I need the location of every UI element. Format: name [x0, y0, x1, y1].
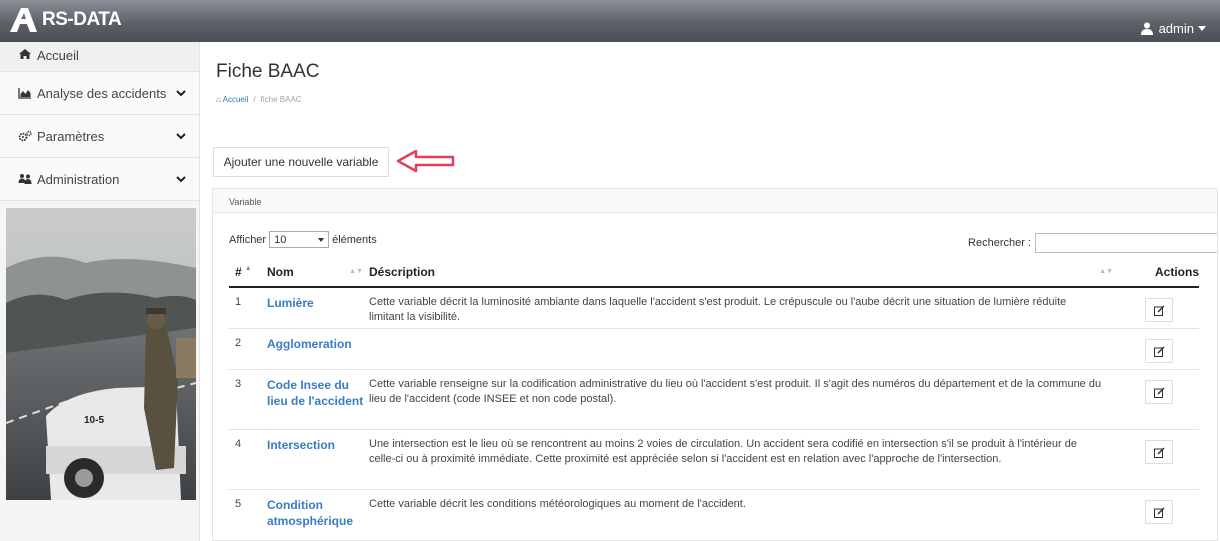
row-description: Une intersection est le lieu où se renco… [369, 428, 1119, 489]
user-icon [1140, 22, 1153, 35]
column-header-label: Actions [1154, 264, 1199, 279]
arrow-left-icon [396, 149, 455, 173]
sidebar-item-analyse[interactable]: Analyse des accidents [0, 72, 199, 115]
panel-title: Variable [213, 189, 1217, 213]
row-nom[interactable]: Condition atmosphérique [267, 488, 369, 533]
row-description [369, 327, 1119, 369]
row-actions [1119, 428, 1199, 489]
sort-icon: ▲▼ [349, 268, 363, 275]
sort-icon: ▲▼ [1099, 268, 1113, 275]
sidebar-item-label: Paramètres [37, 128, 105, 144]
edit-icon [1153, 506, 1165, 518]
edit-button[interactable] [1145, 499, 1173, 524]
table-row: 3 Code Insee du lieu de l'accident Cette… [229, 368, 1199, 429]
logo-icon [10, 8, 37, 32]
user-menu[interactable]: admin [1140, 21, 1206, 36]
table-row: 4 Intersection Une intersection est le l… [229, 428, 1199, 489]
page-title: Fiche BAAC [216, 61, 320, 82]
users-icon [18, 173, 32, 185]
breadcrumb-home[interactable]: ⌂ Accueil [216, 95, 248, 104]
sidebar-item-label: Administration [37, 171, 120, 187]
column-header-label: Déscription [369, 264, 436, 279]
breadcrumb-separator: / [253, 95, 256, 104]
sidebar-item-parametres[interactable]: Paramètres [0, 115, 199, 158]
edit-icon [1153, 446, 1165, 458]
variables-table: # ▲ Nom ▲▼ Déscription ▲▼ Actions 1 Lumiè… [229, 257, 1199, 533]
search-input[interactable] [1035, 233, 1217, 253]
edit-button[interactable] [1145, 379, 1173, 404]
column-header-actions: Actions [1119, 257, 1199, 288]
table-row: 2 Agglomeration [229, 327, 1199, 369]
sidebar-photo: 10-5 [6, 208, 196, 500]
breadcrumb-current: fiche BAAC [260, 95, 302, 104]
row-actions [1119, 327, 1199, 369]
table-header-row: # ▲ Nom ▲▼ Déscription ▲▼ Actions [229, 257, 1199, 288]
row-nom[interactable]: Code Insee du lieu de l'accident [267, 368, 369, 429]
row-num: 2 [229, 327, 267, 369]
edit-icon [1153, 305, 1165, 316]
row-description: Cette variable décrit la luminosité ambi… [369, 286, 1119, 328]
chart-icon [18, 87, 32, 99]
svg-text:10-5: 10-5 [84, 415, 104, 426]
chevron-down-icon [176, 90, 186, 97]
sidebar-item-accueil[interactable]: Accueil [0, 42, 199, 72]
column-header-description[interactable]: Déscription ▲▼ [369, 257, 1119, 288]
home-icon: ⌂ [216, 95, 221, 104]
table-row: 1 Lumière Cette variable décrit la lumin… [229, 286, 1199, 328]
edit-button[interactable] [1145, 298, 1173, 322]
chevron-down-icon [176, 133, 186, 140]
length-prefix: Afficher [229, 233, 267, 246]
row-num: 3 [229, 368, 267, 429]
user-name: admin [1158, 21, 1194, 36]
edit-icon [1153, 386, 1165, 398]
search-label: Rechercher : [968, 237, 1031, 249]
sidebar-item-label: Accueil [37, 48, 79, 63]
sidebar-item-label: Analyse des accidents [37, 85, 167, 101]
caret-down-icon [318, 237, 325, 242]
brand[interactable]: RS-DATA [8, 6, 122, 34]
edit-button[interactable] [1145, 439, 1173, 464]
row-num: 4 [229, 428, 267, 489]
edit-icon [1153, 345, 1165, 357]
sidebar: Accueil Analyse des accidents Paramètres… [0, 42, 200, 541]
length-select[interactable]: 10 [269, 231, 330, 248]
breadcrumb: ⌂ Accueil / fiche BAAC [216, 95, 302, 104]
brand-name: RS-DATA [42, 9, 122, 30]
length-value: 10 [274, 233, 287, 246]
home-icon [18, 48, 32, 60]
breadcrumb-home-label: Accueil [222, 95, 249, 104]
edit-button[interactable] [1145, 338, 1173, 363]
top-navbar: RS-DATA admin [0, 0, 1220, 42]
search-control: Rechercher : [968, 233, 1217, 253]
row-description: Cette variable décrit les conditions mét… [369, 488, 1119, 533]
sidebar-item-administration[interactable]: Administration [0, 158, 199, 201]
row-actions [1119, 286, 1199, 328]
add-variable-button[interactable]: Ajouter une nouvelle variable [213, 147, 389, 177]
sort-asc-icon: ▲ [244, 264, 252, 272]
gears-icon [18, 130, 32, 142]
row-nom[interactable]: Lumière [267, 286, 369, 328]
column-header-label: Nom [267, 264, 294, 279]
row-description: Cette variable renseigne sur la codifica… [369, 368, 1119, 429]
variables-panel: Variable Afficher 10 éléments Rechercher… [212, 188, 1218, 541]
table-row: 5 Condition atmosphérique Cette variable… [229, 488, 1199, 533]
caret-down-icon [1198, 26, 1206, 31]
row-num: 1 [229, 286, 267, 328]
row-nom[interactable]: Intersection [267, 428, 369, 489]
row-actions [1119, 368, 1199, 429]
chevron-down-icon [176, 176, 186, 183]
length-suffix: éléments [332, 233, 377, 246]
column-header-nom[interactable]: Nom ▲▼ [267, 257, 369, 288]
length-control: Afficher 10 éléments [229, 231, 377, 248]
row-actions [1119, 488, 1199, 533]
row-nom[interactable]: Agglomeration [267, 327, 369, 369]
row-num: 5 [229, 488, 267, 533]
column-header-label: # [235, 264, 242, 279]
column-header-num[interactable]: # ▲ [229, 257, 267, 288]
